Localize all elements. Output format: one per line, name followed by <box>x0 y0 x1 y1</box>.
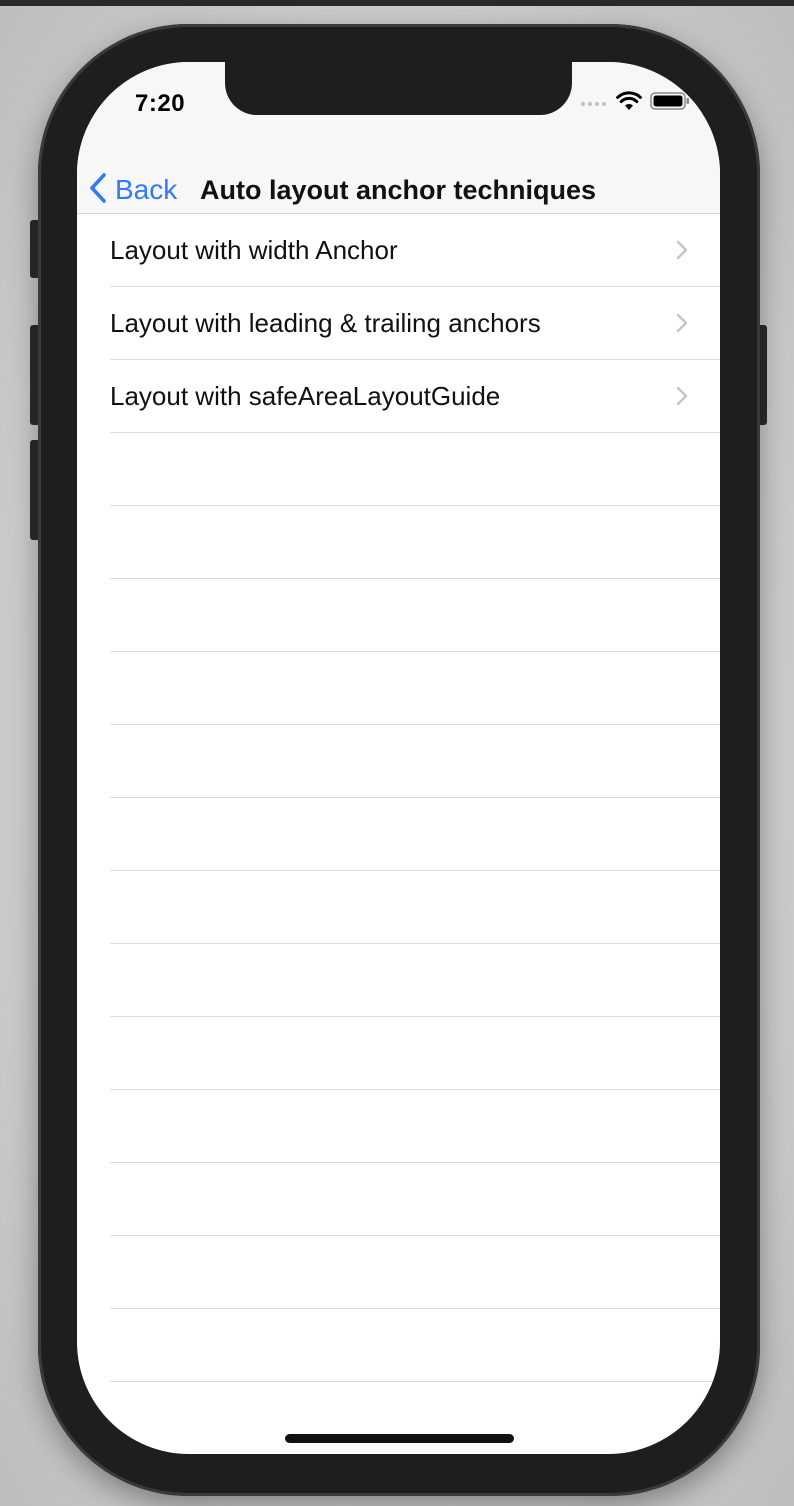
chevron-left-icon <box>89 172 107 208</box>
back-label: Back <box>115 174 178 205</box>
table-view[interactable]: Layout with width Anchor Layout with lea… <box>77 214 720 1454</box>
empty-table-row <box>110 798 720 871</box>
empty-table-row <box>110 1382 720 1454</box>
empty-table-row <box>110 725 720 798</box>
empty-table-row <box>110 506 720 579</box>
empty-table-row <box>110 433 720 506</box>
empty-table-row <box>110 1163 720 1236</box>
empty-table-row <box>110 1017 720 1090</box>
row-label: Layout with width Anchor <box>110 235 398 265</box>
chevron-right-icon <box>676 386 688 406</box>
wifi-icon <box>616 90 642 116</box>
row-label: Layout with leading & trailing anchors <box>110 308 541 338</box>
home-indicator[interactable] <box>285 1434 514 1443</box>
status-bar: 7:20 <box>77 62 720 172</box>
phone-screen: 7:20 Back Auto layout anchor techniques … <box>77 62 720 1454</box>
empty-table-row <box>110 1090 720 1163</box>
back-button[interactable]: Back <box>89 172 177 208</box>
notch <box>225 62 572 115</box>
cellular-dots-icon <box>580 94 608 112</box>
empty-table-row <box>110 652 720 725</box>
chevron-right-icon <box>676 240 688 260</box>
row-label: Layout with safeAreaLayoutGuide <box>110 381 501 411</box>
table-row-leading-trailing[interactable]: Layout with leading & trailing anchors <box>110 287 720 360</box>
table-row-width-anchor[interactable]: Layout with width Anchor <box>110 214 720 287</box>
navigation-bar: Back Auto layout anchor techniques <box>77 172 720 214</box>
status-icons <box>580 90 690 116</box>
status-time: 7:20 <box>135 90 186 117</box>
empty-table-row <box>110 1309 720 1382</box>
window-top-edge <box>0 0 794 6</box>
empty-table-row <box>110 871 720 944</box>
table-row-safe-area[interactable]: Layout with safeAreaLayoutGuide <box>110 360 720 433</box>
chevron-right-icon <box>676 313 688 333</box>
nav-title: Auto layout anchor techniques <box>200 175 597 205</box>
empty-table-row <box>110 944 720 1017</box>
empty-table-row <box>110 579 720 652</box>
battery-icon <box>650 91 690 116</box>
empty-table-row <box>110 1236 720 1309</box>
